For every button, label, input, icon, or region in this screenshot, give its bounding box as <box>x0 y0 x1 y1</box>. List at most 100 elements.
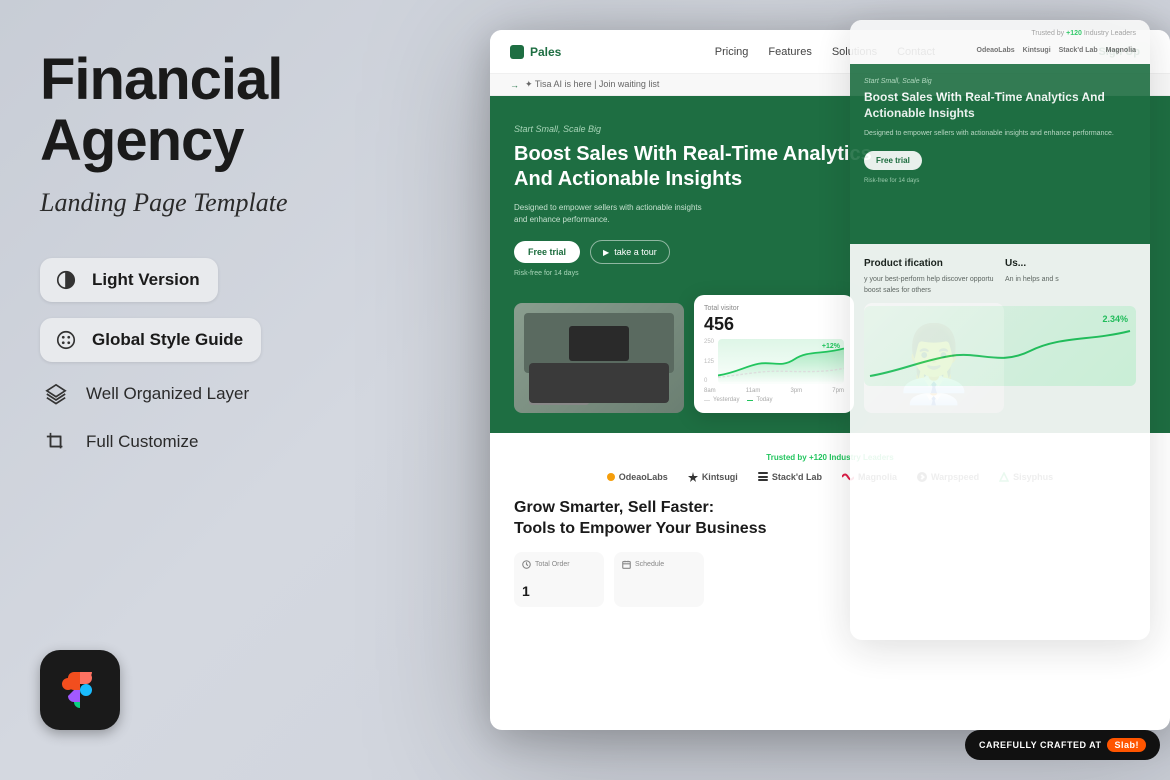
odeao-dot <box>607 473 615 481</box>
bw2-white-content: Product ification y your best-perform he… <box>850 244 1150 400</box>
chart-line-svg <box>718 339 844 384</box>
bw2-small-text: Start Small, Scale Big <box>864 78 1136 85</box>
total-order-card: Total Order 1 <box>514 552 604 607</box>
tour-label: take a tour <box>614 247 657 257</box>
bw2-product-section: Product ification y your best-perform he… <box>864 258 995 306</box>
calendar-card: Schedule <box>614 552 704 607</box>
y-label-0: 0 <box>704 378 714 384</box>
tick-8am: 8am <box>704 388 716 394</box>
chart-ticks: 8am 11am 3pm 7pm <box>704 388 844 394</box>
crop-svg <box>45 431 67 453</box>
bw2-user-section: Us... An in helps and s <box>1005 258 1136 306</box>
logo-kintsugi: Kintsugi <box>688 472 738 482</box>
y-axis: 250 125 0 <box>704 339 714 384</box>
feature-global-style[interactable]: Global Style Guide <box>40 318 420 362</box>
crafted-badge: CAREFULLY CRAFTED AT Slab! <box>965 730 1160 760</box>
bw2-top-bar: Trusted by +120 Industry Leaders OdeaoLa… <box>850 20 1150 64</box>
legend-dot-yesterday <box>704 400 710 401</box>
total-order-value: 1 <box>522 583 596 599</box>
announce-arrow: → <box>510 80 519 90</box>
take-tour-button[interactable]: ▶ take a tour <box>590 240 670 264</box>
y-label-250: 250 <box>704 339 714 345</box>
palette-circle-icon <box>50 324 82 356</box>
figma-svg <box>62 672 98 708</box>
bw2-trusted-label: Trusted by +120 Industry Leaders <box>864 30 1136 37</box>
nav-pricing[interactable]: Pricing <box>715 46 749 58</box>
bw2-content-row: Product ification y your best-perform he… <box>864 258 1136 306</box>
feature-organized-layer: Well Organized Layer <box>40 378 420 410</box>
bw2-logos: OdeaoLabs Kintsugi Stack'd Lab Magnolia <box>864 47 1136 54</box>
logo-odeaolabs: OdeaoLabs <box>607 472 668 482</box>
bw2-chart-mini: 2.34% <box>864 306 1136 386</box>
bw2-product-title: Product ification <box>864 258 995 269</box>
bw2-trial-button[interactable]: Free trial <box>864 151 922 170</box>
bw2-line-chart <box>869 321 1131 381</box>
y-label-125: 125 <box>704 359 714 365</box>
legend-today: Today <box>747 397 772 403</box>
hero-desc: Designed to empower sellers with actiona… <box>514 202 774 226</box>
free-trial-button[interactable]: Free trial <box>514 241 580 263</box>
feature-full-customize: Full Customize <box>40 426 420 458</box>
page-title: FinancialAgency <box>40 50 420 172</box>
calendar-header: Schedule <box>622 560 696 569</box>
organized-layer-label: Well Organized Layer <box>86 384 249 404</box>
announce-text: ✦ Tisa AI is here | Join waiting list <box>525 79 659 90</box>
chart-legend: Yesterday Today <box>704 397 844 403</box>
chart-value: 456 <box>704 314 844 335</box>
slab-brand: Slab! <box>1107 738 1146 752</box>
circle-half-icon <box>50 264 82 296</box>
hero-title: Boost Sales With Real-Time AnalyticsAnd … <box>514 142 894 192</box>
layers-svg <box>45 383 67 405</box>
play-icon: ▶ <box>603 248 609 257</box>
nav-logo-area: Pales <box>510 45 561 59</box>
bw2-user-desc: An in helps and s <box>1005 275 1136 286</box>
bw2-hero-title: Boost Sales With Real-Time Analytics And… <box>864 90 1136 121</box>
stacked-bar-3 <box>758 479 768 481</box>
logo-stackedlab: Stack'd Lab <box>758 472 822 482</box>
legend-dot-today <box>747 400 753 401</box>
nav-logo-icon <box>510 45 524 59</box>
features-list: Light Version Global Style Guide <box>40 258 420 458</box>
tick-11am: 11am <box>746 388 761 394</box>
calendar-label: Schedule <box>635 561 664 568</box>
trusted-text: Trusted by <box>766 453 809 462</box>
tick-7pm: 7pm <box>832 388 844 394</box>
bw2-percent: 2.34% <box>1102 314 1128 324</box>
stacked-bar-2 <box>758 476 768 478</box>
legend-yesterday: Yesterday <box>704 397 739 403</box>
calculator <box>529 375 589 405</box>
feature-badge-light: Light Version <box>40 258 218 302</box>
bw2-logo-4: Magnolia <box>1106 47 1136 54</box>
y-labels: 250 125 0 +12% <box>704 339 844 384</box>
stacked-icon <box>758 472 768 482</box>
total-order-label: Total Order <box>535 561 570 568</box>
kintsugi-icon <box>688 472 698 482</box>
order-icon <box>522 560 531 569</box>
layers-icon <box>40 378 72 410</box>
feature-badge-style: Global Style Guide <box>40 318 261 362</box>
full-customize-label: Full Customize <box>86 432 198 452</box>
trusted-count: +120 <box>809 453 827 462</box>
bw2-trusted-count: +120 <box>1066 30 1082 37</box>
secondary-browser-window: Trusted by +120 Industry Leaders OdeaoLa… <box>850 20 1150 640</box>
nav-features[interactable]: Features <box>768 46 811 58</box>
bw2-logo-3: Stack'd Lab <box>1059 47 1098 54</box>
desk-laptop <box>524 313 674 373</box>
bw2-product-desc: y your best-perform help discover opport… <box>864 275 995 296</box>
tick-3pm: 3pm <box>791 388 803 394</box>
bw2-hero-desc: Designed to empower sellers with actiona… <box>864 129 1136 140</box>
bw2-logo-2: Kintsugi <box>1023 47 1051 54</box>
left-panel: FinancialAgency Landing Page Template Li… <box>40 50 420 498</box>
desk-image <box>514 303 684 413</box>
page-subtitle: Landing Page Template <box>40 188 420 218</box>
palette-svg <box>55 329 77 351</box>
figma-icon <box>40 650 120 730</box>
chart-label: Total visitor <box>704 305 844 312</box>
global-style-label: Global Style Guide <box>92 330 243 350</box>
card-header: Total Order <box>522 560 596 569</box>
nav-logo-text: Pales <box>530 45 561 59</box>
chart-area: +12% <box>718 339 844 384</box>
crafted-text: CAREFULLY CRAFTED AT <box>979 740 1102 750</box>
browser-mockup: Pales Pricing Features Solutions Contact… <box>490 30 1170 780</box>
feature-light-version[interactable]: Light Version <box>40 258 420 302</box>
